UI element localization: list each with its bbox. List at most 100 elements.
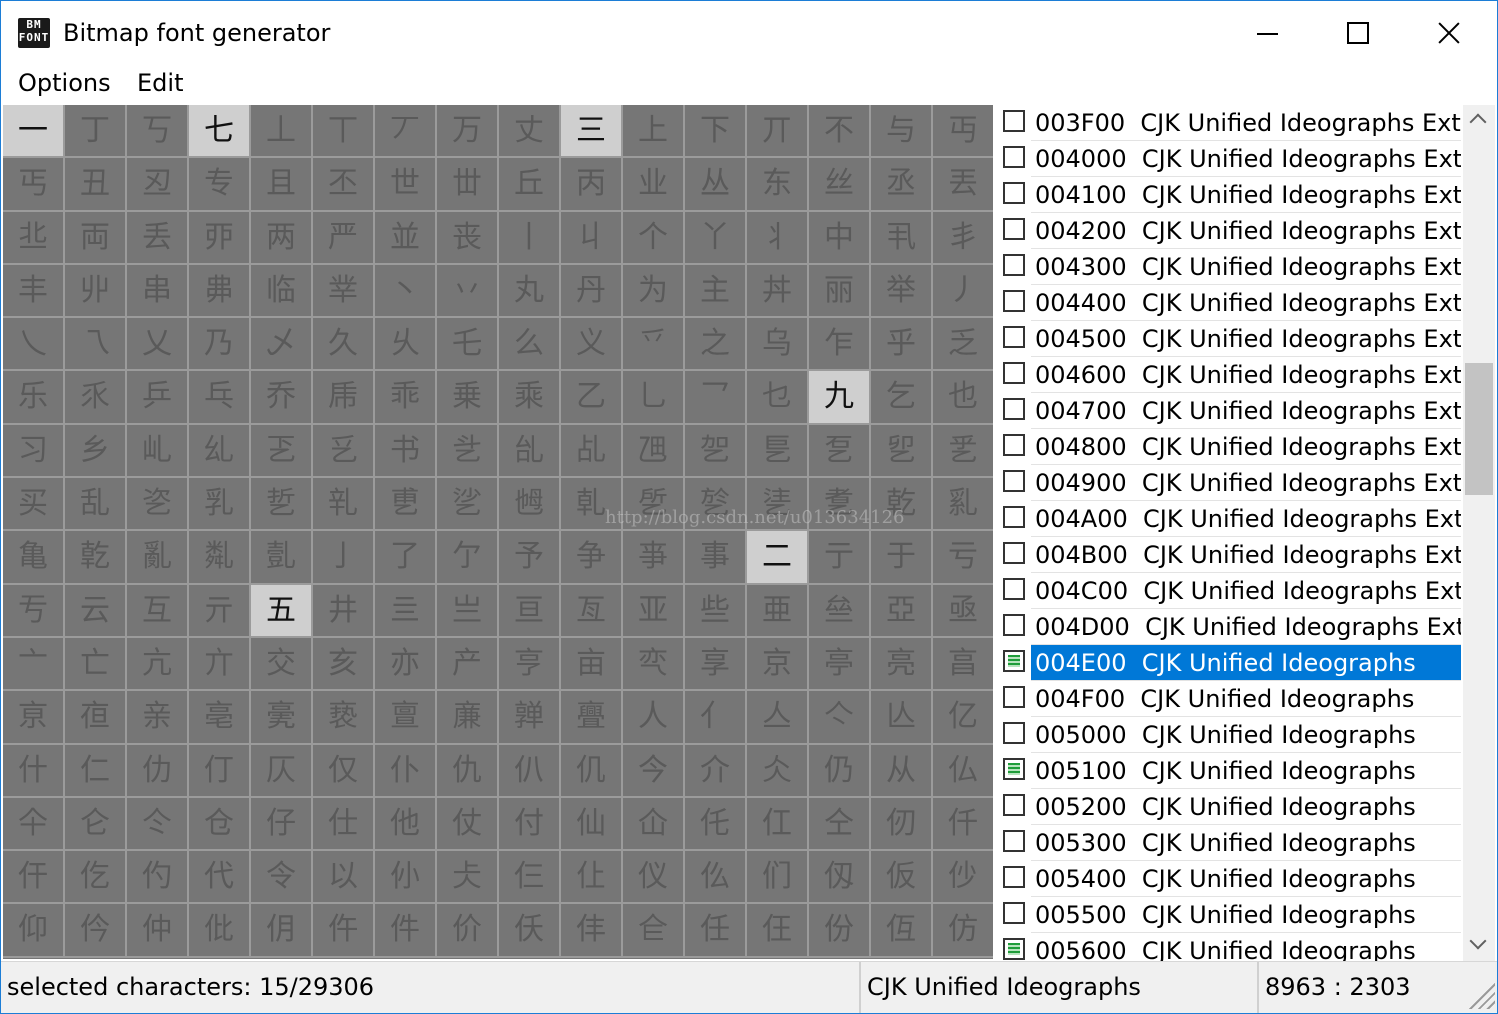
glyph-cell[interactable]: 丘 xyxy=(499,158,561,212)
glyph-cell[interactable]: 仮 xyxy=(871,851,933,905)
glyph-cell[interactable]: 亽 xyxy=(809,691,871,745)
glyph-cell[interactable]: 仴 xyxy=(251,904,313,958)
glyph-cell[interactable]: 丬 xyxy=(747,211,809,265)
glyph-cell[interactable]: 丂 xyxy=(127,105,189,159)
glyph-cell[interactable]: 仦 xyxy=(375,851,437,905)
partial-checkbox-icon[interactable] xyxy=(1003,938,1025,960)
maximize-button[interactable] xyxy=(1317,13,1397,53)
glyph-cell[interactable]: 亖 xyxy=(375,584,437,638)
glyph-cell[interactable]: 于 xyxy=(871,531,933,585)
glyph-cell[interactable]: 丛 xyxy=(685,158,747,212)
glyph-cell[interactable]: 亴 xyxy=(251,691,313,745)
glyph-cell[interactable]: 亓 xyxy=(189,584,251,638)
checkbox[interactable] xyxy=(1003,902,1025,924)
glyph-cell[interactable]: 京 xyxy=(747,637,809,692)
glyph-cell[interactable]: 乮 xyxy=(871,424,933,479)
glyph-cell[interactable]: 乘 xyxy=(499,371,561,425)
glyph-cell[interactable]: 乴 xyxy=(251,478,313,532)
glyph-cell[interactable]: 亳 xyxy=(189,691,251,745)
glyph-cell[interactable]: 仄 xyxy=(251,744,313,798)
glyph-cell[interactable]: 九 xyxy=(809,371,871,425)
glyph-cell[interactable]: 乶 xyxy=(375,478,437,532)
glyph-cell[interactable]: 乏 xyxy=(933,318,993,372)
glyph-cell[interactable]: 上 xyxy=(623,105,685,159)
glyph-cell[interactable]: 乸 xyxy=(499,478,561,532)
checkbox[interactable] xyxy=(1003,398,1025,420)
range-list-item[interactable]: 004400 CJK Unified Ideographs Exte xyxy=(995,285,1461,321)
glyph-cell[interactable]: 亄 xyxy=(251,531,313,585)
glyph-cell[interactable]: 丸 xyxy=(499,264,561,319)
glyph-cell[interactable]: 乼 xyxy=(747,478,809,532)
glyph-cell[interactable]: 互 xyxy=(127,584,189,638)
range-list-item[interactable]: 004100 CJK Unified Ideographs Exte xyxy=(995,177,1461,213)
glyph-cell[interactable]: 亀 xyxy=(3,531,65,585)
glyph-cell[interactable]: 亝 xyxy=(809,584,871,638)
glyph-cell[interactable]: 亯 xyxy=(933,637,993,692)
glyph-cell[interactable]: 云 xyxy=(65,584,127,638)
range-list-item[interactable]: 003F00 CJK Unified Ideographs Exte xyxy=(995,105,1461,141)
glyph-cell[interactable]: 丼 xyxy=(747,264,809,319)
glyph-cell[interactable]: 主 xyxy=(685,264,747,319)
glyph-cell[interactable]: 乃 xyxy=(189,318,251,372)
glyph-cell[interactable]: 亿 xyxy=(933,691,993,745)
range-list-item[interactable]: 004300 CJK Unified Ideographs Exte xyxy=(995,249,1461,285)
glyph-cell[interactable]: 丏 xyxy=(933,105,993,159)
glyph-cell[interactable]: 丁 xyxy=(65,105,127,159)
glyph-cell[interactable]: 亘 xyxy=(499,584,561,638)
range-list-item[interactable]: 004E00 CJK Unified Ideographs xyxy=(995,645,1461,681)
glyph-cell[interactable]: 亰 xyxy=(3,691,65,745)
glyph-cell[interactable]: 亃 xyxy=(189,531,251,585)
glyph-cell[interactable]: 乵 xyxy=(313,478,375,532)
glyph-cell[interactable]: 亲 xyxy=(127,691,189,745)
glyph-cell[interactable]: 乲 xyxy=(127,478,189,532)
glyph-cell[interactable]: 亾 xyxy=(871,691,933,745)
glyph-cell[interactable]: 亙 xyxy=(561,584,623,638)
glyph-cell[interactable]: 乧 xyxy=(437,424,499,479)
glyph-cell[interactable]: 丒 xyxy=(127,158,189,212)
glyph-cell[interactable]: 仍 xyxy=(809,744,871,798)
glyph-cell[interactable]: 仇 xyxy=(437,744,499,798)
glyph-cell[interactable]: 万 xyxy=(437,105,499,159)
glyph-cell[interactable]: 亷 xyxy=(437,691,499,745)
glyph-cell[interactable]: 习 xyxy=(3,424,65,479)
glyph-cell[interactable]: 仔 xyxy=(251,797,313,852)
glyph-cell[interactable]: 丝 xyxy=(809,158,871,212)
glyph-cell[interactable]: 仁 xyxy=(65,744,127,798)
glyph-cell[interactable]: 专 xyxy=(189,158,251,212)
glyph-cell[interactable]: 乂 xyxy=(127,318,189,372)
glyph-cell[interactable]: 亊 xyxy=(623,531,685,585)
glyph-cell[interactable]: 亗 xyxy=(437,584,499,638)
glyph-cell[interactable]: 乄 xyxy=(251,318,313,372)
glyph-cell[interactable]: 件 xyxy=(375,904,437,958)
glyph-cell[interactable]: 井 xyxy=(313,584,375,638)
glyph-cell[interactable]: 亦 xyxy=(375,637,437,692)
glyph-cell[interactable]: 並 xyxy=(375,211,437,265)
glyph-cell[interactable]: 亭 xyxy=(809,637,871,692)
glyph-cell[interactable]: 了 xyxy=(375,531,437,585)
glyph-cell[interactable]: 乤 xyxy=(251,424,313,479)
glyph-cell[interactable]: 乑 xyxy=(65,371,127,425)
glyph-cell[interactable]: 乔 xyxy=(251,371,313,425)
glyph-cell[interactable]: 亵 xyxy=(313,691,375,745)
checkbox[interactable] xyxy=(1003,722,1025,744)
glyph-cell[interactable]: 丐 xyxy=(3,158,65,212)
range-list-item[interactable]: 004900 CJK Unified Ideographs Exte xyxy=(995,465,1461,501)
glyph-cell[interactable]: 为 xyxy=(623,264,685,319)
glyph-cell[interactable]: 亥 xyxy=(313,637,375,692)
glyph-cell[interactable]: 付 xyxy=(499,797,561,852)
glyph-cell[interactable]: 么 xyxy=(499,318,561,372)
glyph-cell[interactable]: 仸 xyxy=(499,904,561,958)
checkbox[interactable] xyxy=(1003,542,1025,564)
glyph-cell[interactable]: 乒 xyxy=(127,371,189,425)
glyph-cell[interactable]: 乀 xyxy=(3,318,65,372)
glyph-cell[interactable]: 仿 xyxy=(933,904,993,958)
glyph-cell[interactable]: 丨 xyxy=(499,211,561,265)
glyph-cell[interactable]: 亡 xyxy=(65,637,127,692)
glyph-cell[interactable]: 乭 xyxy=(809,424,871,479)
glyph-cell[interactable]: 产 xyxy=(437,637,499,692)
glyph-cell[interactable]: 仝 xyxy=(809,797,871,852)
glyph-cell[interactable]: 令 xyxy=(251,851,313,905)
glyph-cell[interactable]: 不 xyxy=(809,105,871,159)
glyph-cell[interactable]: 仱 xyxy=(65,904,127,958)
range-list-item[interactable]: 004700 CJK Unified Ideographs Exte xyxy=(995,393,1461,429)
